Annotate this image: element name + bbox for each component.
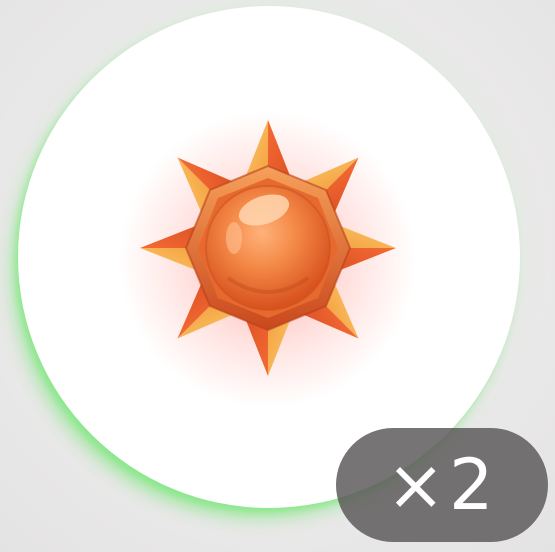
item-slot-screen: ×2 (0, 0, 555, 552)
quantity-badge: ×2 (336, 428, 548, 542)
sun-stone-icon (140, 120, 396, 376)
quantity-label: ×2 (386, 444, 498, 526)
